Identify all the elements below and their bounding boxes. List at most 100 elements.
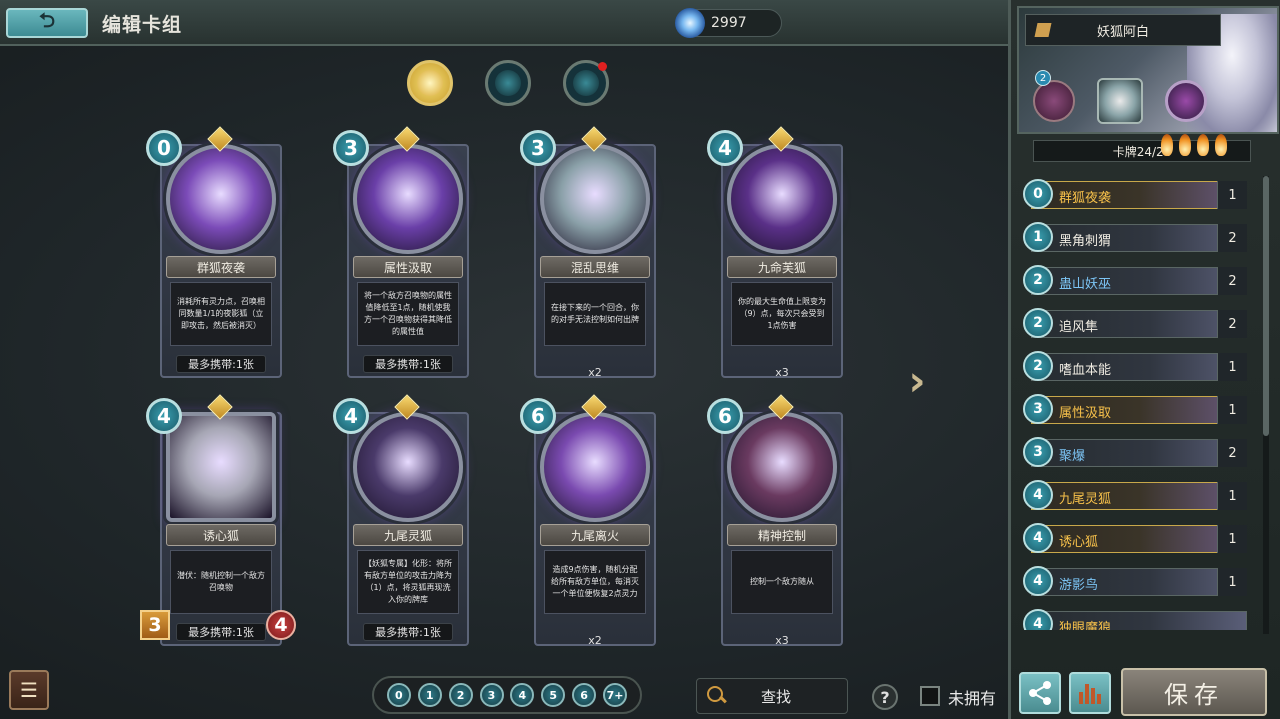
deck-card-row[interactable]: 4 游影鸟 1 (1023, 563, 1259, 606)
card-art (727, 144, 837, 254)
card-art (727, 412, 837, 522)
card-description: 在接下来的一个回合，你的对手无法控制如何出牌 (544, 282, 646, 346)
card[interactable]: 0 群狐夜袭 消耗所有灵力点，召唤相同数量1/1的夜影狐（立即攻击，然后被消灭） 最多… (146, 126, 296, 390)
cost-filter-4[interactable]: 4 (510, 683, 535, 707)
yin-yang-icon[interactable] (1097, 78, 1143, 124)
cost-filter-0[interactable]: 0 (386, 683, 411, 707)
share-button[interactable] (1019, 672, 1061, 714)
deck-card-row[interactable]: 0 群狐夜袭 1 (1023, 176, 1259, 219)
deck-card-qty: 1 (1217, 482, 1247, 510)
card[interactable]: 4 诱心狐 潜伏：随机控制一个敌方召唤物 最多携带:1张 3 4 (140, 394, 296, 658)
card-description: 将一个敌方召唤物的属性值降低至1点，随机使我方一个召唤物获得其降低的属性值 (357, 282, 459, 346)
back-button[interactable]: ⮌ (6, 8, 88, 38)
card-art (353, 412, 463, 522)
deck-card-row[interactable]: 2 嗜血本能 1 (1023, 348, 1259, 391)
bar-chart-icon (1097, 694, 1101, 704)
scroll-thumb[interactable] (1263, 176, 1269, 436)
currency-display: 2997 (675, 8, 782, 38)
card[interactable]: 6 九尾离火 造成9点伤害，随机分配给所有敌方单位，每消灭一个单位便恢复2点灵力 x2 (520, 394, 670, 658)
card-owned-count: x3 (775, 634, 789, 647)
card[interactable]: 3 混乱思维 在接下来的一个回合，你的对手无法控制如何出牌 x2 (520, 126, 670, 390)
deck-card-qty: 1 (1217, 353, 1247, 381)
next-page-arrow-icon[interactable]: › (896, 356, 938, 405)
top-bar: ⮌ 编辑卡组 2997 (0, 0, 1008, 46)
hero-level-badge: 2 (1035, 70, 1051, 86)
deck-card-cost: 3 (1023, 394, 1053, 424)
fox-emblem-icon (417, 70, 443, 96)
cost-filter-6[interactable]: 6 (572, 683, 597, 707)
card-owned-count: x3 (775, 366, 789, 379)
flame-icon (1197, 134, 1209, 156)
deck-card-cost: 0 (1023, 179, 1053, 209)
card-description: 你的最大生命值上限变为（9）点，每次只会受到1点伤害 (731, 282, 833, 346)
swirl-emblem-icon (495, 70, 521, 96)
flame-icon (1215, 134, 1227, 156)
deck-card-name: 九尾灵狐 (1059, 492, 1112, 507)
card-art (166, 412, 276, 522)
filter-teal-swirl[interactable] (485, 60, 531, 106)
deck-card-row[interactable]: 3 聚爆 2 (1023, 434, 1259, 477)
page-title: 编辑卡组 (102, 14, 183, 36)
deck-card-name: 蛊山妖巫 (1059, 277, 1112, 292)
card-cost: 3 (520, 130, 556, 166)
search-icon (705, 684, 729, 708)
cost-filter-1[interactable]: 1 (417, 683, 442, 707)
card[interactable]: 4 九命芙狐 你的最大生命值上限变为（9）点，每次只会受到1点伤害 x3 (707, 126, 857, 390)
filter-gold-fox[interactable] (407, 60, 453, 106)
deck-card-row[interactable]: 2 追风隼 2 (1023, 305, 1259, 348)
card[interactable]: 6 精神控制 控制一个敌方随从 x3 (707, 394, 857, 658)
deck-card-cost: 4 (1023, 566, 1053, 596)
card-health: 4 (266, 610, 296, 640)
deck-card-row[interactable]: 2 蛊山妖巫 2 (1023, 262, 1259, 305)
deck-card-row[interactable]: 3 属性汲取 1 (1023, 391, 1259, 434)
deck-card-row[interactable]: 4 独眼魔狼 (1023, 606, 1259, 630)
deck-card-cost: 1 (1023, 222, 1053, 252)
notification-dot (598, 62, 607, 71)
card-name: 混乱思维 (540, 256, 650, 278)
flame-icon (1179, 134, 1191, 156)
filter-teal-swirl-new[interactable] (563, 60, 609, 106)
deck-card-cost: 3 (1023, 437, 1053, 467)
card-limit: 最多携带:1张 (176, 623, 266, 641)
deck-card-cost: 2 (1023, 265, 1053, 295)
deck-card-row[interactable]: 1 黑角刺猬 2 (1023, 219, 1259, 262)
deck-name-box[interactable]: 妖狐阿白 (1025, 14, 1221, 46)
card-name: 诱心狐 (166, 524, 276, 546)
deck-card-qty: 2 (1217, 439, 1247, 467)
card[interactable]: 4 九尾灵狐 【妖狐专属】化形：将所有敌方单位的攻击力降为（1）点，将灵狐再现洗入你… (333, 394, 483, 658)
save-button[interactable]: 保存 (1121, 668, 1267, 716)
deck-card-qty: 1 (1217, 181, 1247, 209)
cost-filter-5[interactable]: 5 (541, 683, 566, 707)
card-art (540, 412, 650, 522)
deck-card-cost: 4 (1023, 480, 1053, 510)
search-button[interactable]: 查找 (696, 678, 848, 714)
deck-card-name: 属性汲取 (1059, 406, 1112, 421)
share-icon (1029, 681, 1051, 705)
hero-power-icon[interactable] (1165, 80, 1207, 122)
search-label: 查找 (760, 687, 791, 706)
card-name: 精神控制 (727, 524, 837, 546)
card-cost: 4 (707, 130, 743, 166)
stats-button[interactable] (1069, 672, 1111, 714)
card-name: 属性汲取 (353, 256, 463, 278)
spirit-crystal-icon (675, 8, 705, 38)
deck-name: 妖狐阿白 (1096, 24, 1149, 40)
unowned-checkbox[interactable] (920, 686, 940, 706)
cost-filter-2[interactable]: 2 (448, 683, 473, 707)
deck-card-row[interactable]: 4 九尾灵狐 1 (1023, 477, 1259, 520)
deck-card-qty: 1 (1217, 568, 1247, 596)
edit-icon (1034, 23, 1052, 37)
cost-filter-3[interactable]: 3 (479, 683, 504, 707)
hero-skill-icon[interactable] (1033, 80, 1075, 122)
deck-scrollbar[interactable] (1263, 176, 1269, 634)
deck-card-qty: 1 (1217, 396, 1247, 424)
deck-card-row[interactable]: 4 诱心狐 1 (1023, 520, 1259, 563)
deck-card-qty: 1 (1217, 525, 1247, 553)
card[interactable]: 3 属性汲取 将一个敌方召唤物的属性值降低至1点，随机使我方一个召唤物获得其降低的属… (333, 126, 483, 390)
card-cost: 6 (520, 398, 556, 434)
card-description: 【妖狐专属】化形：将所有敌方单位的攻击力降为（1）点，将灵狐再现洗入你的牌库 (357, 550, 459, 614)
flame-icon (1161, 134, 1173, 156)
menu-button[interactable]: ☰ (9, 670, 49, 710)
help-icon[interactable]: ? (872, 684, 898, 710)
cost-filter-7[interactable]: 7+ (603, 683, 627, 707)
